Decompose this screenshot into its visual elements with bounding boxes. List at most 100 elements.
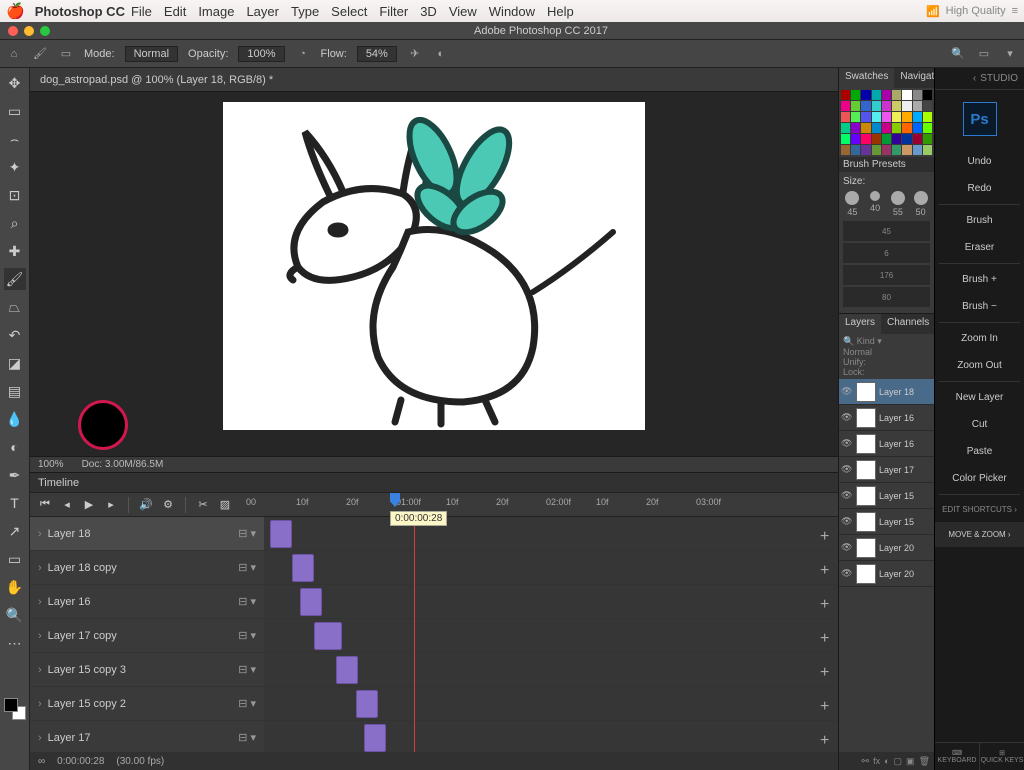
visibility-icon[interactable]: 👁 — [841, 490, 853, 501]
brush-stroke-sample[interactable]: 6 — [843, 243, 930, 263]
swatch[interactable] — [882, 112, 891, 122]
layer-item[interactable]: 👁Layer 18 — [839, 379, 934, 405]
clip-row[interactable] — [264, 585, 838, 619]
swatch[interactable] — [882, 134, 891, 144]
add-clip-icon[interactable]: + — [820, 528, 832, 540]
marquee-tool[interactable]: ▭ — [4, 100, 26, 122]
swatch[interactable] — [861, 134, 870, 144]
pressure-size-icon[interactable]: ◐ — [433, 46, 449, 62]
canvas-area[interactable] — [30, 92, 838, 456]
layers-tab[interactable]: Layers — [839, 314, 881, 334]
swatch[interactable] — [902, 112, 911, 122]
track-row[interactable]: ›Layer 15 copy 3⊟ ▾ — [30, 653, 264, 687]
swatch[interactable] — [861, 90, 870, 100]
color-swatches[interactable] — [4, 698, 26, 720]
swatch[interactable] — [902, 101, 911, 111]
swatches-grid[interactable] — [839, 88, 934, 157]
layer-item[interactable]: 👁Layer 16 — [839, 405, 934, 431]
dodge-tool[interactable]: ◐ — [4, 436, 26, 458]
track-row[interactable]: ›Layer 17⊟ ▾ — [30, 721, 264, 752]
menu-select[interactable]: Select — [331, 4, 367, 19]
swatch[interactable] — [882, 90, 891, 100]
add-clip-icon[interactable]: + — [820, 562, 832, 574]
clip[interactable] — [300, 588, 322, 616]
clip-row[interactable] — [264, 551, 838, 585]
clip[interactable] — [314, 622, 342, 650]
swatch[interactable] — [841, 123, 850, 133]
add-clip-icon[interactable]: + — [820, 596, 832, 608]
crop-tool[interactable]: ⊡ — [4, 184, 26, 206]
swatch[interactable] — [913, 123, 922, 133]
home-icon[interactable]: ⌂ — [6, 46, 22, 62]
kind-filter[interactable]: 🔍 Kind ▾ — [843, 336, 882, 346]
swatch[interactable] — [923, 90, 932, 100]
zoom-in-button[interactable]: Zoom In — [935, 325, 1024, 352]
swatch[interactable] — [851, 145, 860, 155]
swatch[interactable] — [841, 90, 850, 100]
swatch[interactable] — [913, 145, 922, 155]
quickkeys-button[interactable]: ⊞QUICK KEYS — [980, 743, 1024, 770]
clip[interactable] — [364, 724, 386, 752]
swatch[interactable] — [841, 112, 850, 122]
swatch[interactable] — [913, 90, 922, 100]
link-icon[interactable]: ⚯ — [862, 756, 870, 767]
track-row[interactable]: ›Layer 18⊟ ▾ — [30, 517, 264, 551]
type-tool[interactable]: T — [4, 492, 26, 514]
swatch[interactable] — [872, 145, 881, 155]
healing-tool[interactable]: ✚ — [4, 240, 26, 262]
clip-row[interactable] — [264, 517, 838, 551]
path-tool[interactable]: ↗ — [4, 520, 26, 542]
wand-tool[interactable]: ✦ — [4, 156, 26, 178]
swatch[interactable] — [913, 112, 922, 122]
close-icon[interactable] — [8, 26, 18, 36]
menu-filter[interactable]: Filter — [379, 4, 408, 19]
menu-image[interactable]: Image — [198, 4, 234, 19]
swatch[interactable] — [923, 112, 932, 122]
menu-window[interactable]: Window — [489, 4, 535, 19]
track-row[interactable]: ›Layer 16⊟ ▾ — [30, 585, 264, 619]
playhead[interactable] — [390, 493, 400, 507]
brush-stroke-sample[interactable]: 176 — [843, 265, 930, 285]
swatch[interactable] — [841, 145, 850, 155]
history-brush-tool[interactable]: ↶ — [4, 324, 26, 346]
color-picker-button[interactable]: Color Picker — [935, 465, 1024, 492]
split-icon[interactable]: ✂ — [196, 498, 210, 511]
swatch[interactable] — [841, 101, 850, 111]
opacity-value[interactable]: 100% — [238, 46, 284, 62]
visibility-icon[interactable]: 👁 — [841, 516, 853, 527]
swatch[interactable] — [923, 101, 932, 111]
swatch[interactable] — [872, 123, 881, 133]
chevron-left-icon[interactable]: ‹ — [973, 73, 976, 84]
swatch[interactable] — [872, 134, 881, 144]
brush-button[interactable]: Brush — [935, 207, 1024, 234]
swatch[interactable] — [902, 123, 911, 133]
document-tab[interactable]: dog_astropad.psd @ 100% (Layer 18, RGB/8… — [30, 68, 838, 92]
clip[interactable] — [336, 656, 358, 684]
swatch[interactable] — [902, 134, 911, 144]
eraser-button[interactable]: Eraser — [935, 234, 1024, 261]
mask-icon[interactable]: ◐ — [884, 756, 889, 766]
keyboard-button[interactable]: ⌨KEYBOARD — [935, 743, 980, 770]
layer-item[interactable]: 👁Layer 16 — [839, 431, 934, 457]
airbrush-icon[interactable]: ✈ — [407, 46, 423, 62]
layer-item[interactable]: 👁Layer 17 — [839, 457, 934, 483]
fx-icon[interactable]: fx — [873, 756, 880, 766]
swatch[interactable] — [861, 123, 870, 133]
layer-item[interactable]: 👁Layer 20 — [839, 535, 934, 561]
menu-view[interactable]: View — [449, 4, 477, 19]
workspace-icon[interactable]: ▾ — [1002, 46, 1018, 62]
clip[interactable] — [270, 520, 292, 548]
brush-preset-icon[interactable]: 🖌 — [32, 46, 48, 62]
swatch[interactable] — [872, 101, 881, 111]
redo-button[interactable]: Redo — [935, 175, 1024, 202]
menu-3d[interactable]: 3D — [420, 4, 437, 19]
add-clip-icon[interactable]: + — [820, 630, 832, 642]
next-frame-icon[interactable]: ▸ — [104, 498, 118, 511]
menu-file[interactable]: File — [131, 4, 152, 19]
pressure-opacity-icon[interactable]: ◔ — [295, 46, 311, 62]
swatch[interactable] — [882, 145, 891, 155]
swatch[interactable] — [851, 90, 860, 100]
prev-frame-icon[interactable]: ◂ — [60, 498, 74, 511]
brush-stroke-sample[interactable]: 80 — [843, 287, 930, 307]
channels-tab[interactable]: Channels — [881, 314, 935, 334]
